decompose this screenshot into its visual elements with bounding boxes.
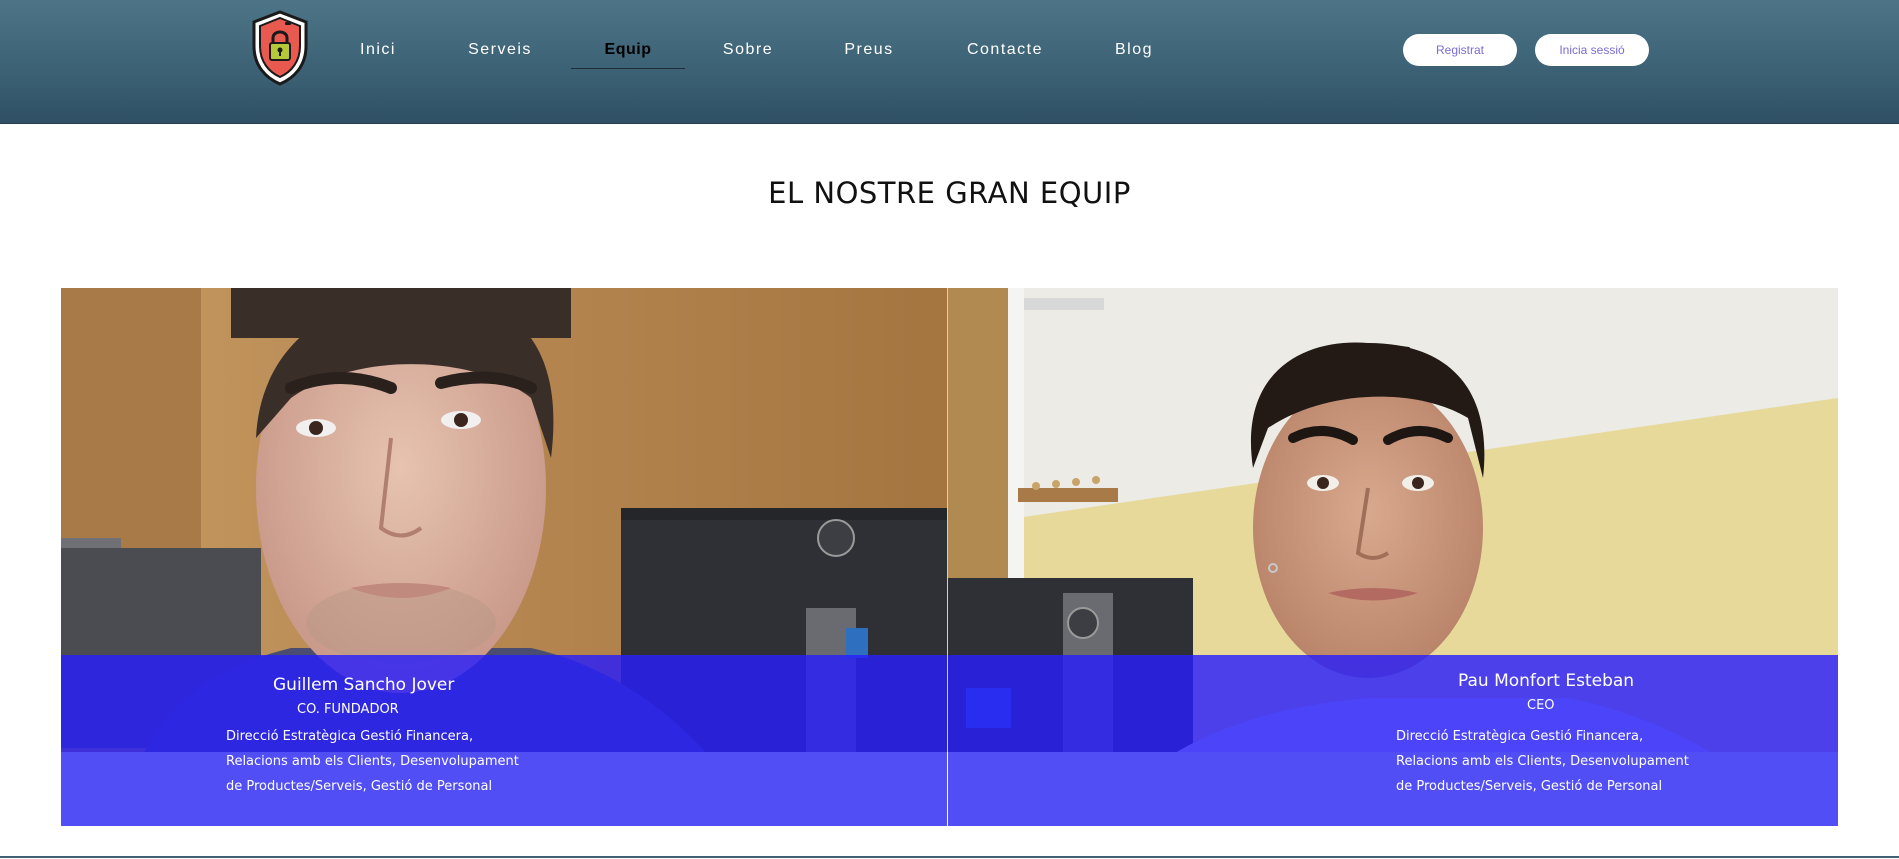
member-description-line: Direcció Estratègica Gestió Financera, — [1396, 729, 1644, 744]
register-button[interactable]: Registrat — [1403, 34, 1517, 66]
member-description-line: de Productes/Serveis, Gestió de Personal — [1396, 779, 1663, 794]
nav-item-preus[interactable]: Preus — [829, 38, 909, 68]
team-card: Pau Monfort Esteban CEO Direcció Estratè… — [948, 288, 1838, 826]
page-title: EL NOSTRE GRAN EQUIP — [768, 176, 1131, 210]
member-role: CO. FUNDADOR — [297, 702, 399, 717]
description-overlay — [948, 752, 1838, 826]
nav-item-contacte[interactable]: Contacte — [956, 38, 1054, 68]
footer-line — [0, 856, 1899, 858]
site-header: Inici Serveis Equip Sobre Preus Contacte… — [0, 0, 1899, 124]
nav-active-underline — [571, 68, 685, 69]
name-overlay — [948, 655, 1838, 752]
nav-item-inici[interactable]: Inici — [338, 38, 418, 68]
login-button[interactable]: Inicia sessió — [1535, 34, 1649, 66]
shield-lock-icon[interactable] — [250, 10, 310, 86]
nav-item-equip[interactable]: Equip — [588, 38, 668, 68]
member-description-line: Direcció Estratègica Gestió Financera, — [226, 729, 474, 744]
panel-divider — [947, 288, 948, 752]
member-name: Pau Monfort Esteban — [1458, 671, 1635, 691]
member-description: Direcció Estratègica Gestió Financera, R… — [1396, 724, 1689, 799]
member-description: Direcció Estratègica Gestió Financera, R… — [226, 724, 519, 799]
nav-item-sobre[interactable]: Sobre — [708, 38, 788, 68]
team-card: Guillem Sancho Jover CO. FUNDADOR Direcc… — [61, 288, 947, 826]
member-description-line: Relacions amb els Clients, Desenvolupame… — [1396, 754, 1689, 769]
nav-item-blog[interactable]: Blog — [1094, 38, 1174, 68]
member-role: CEO — [1527, 698, 1555, 713]
nav-item-serveis[interactable]: Serveis — [455, 38, 545, 68]
member-description-line: de Productes/Serveis, Gestió de Personal — [226, 779, 493, 794]
member-name: Guillem Sancho Jover — [273, 675, 455, 695]
member-description-line: Relacions amb els Clients, Desenvolupame… — [226, 754, 519, 769]
